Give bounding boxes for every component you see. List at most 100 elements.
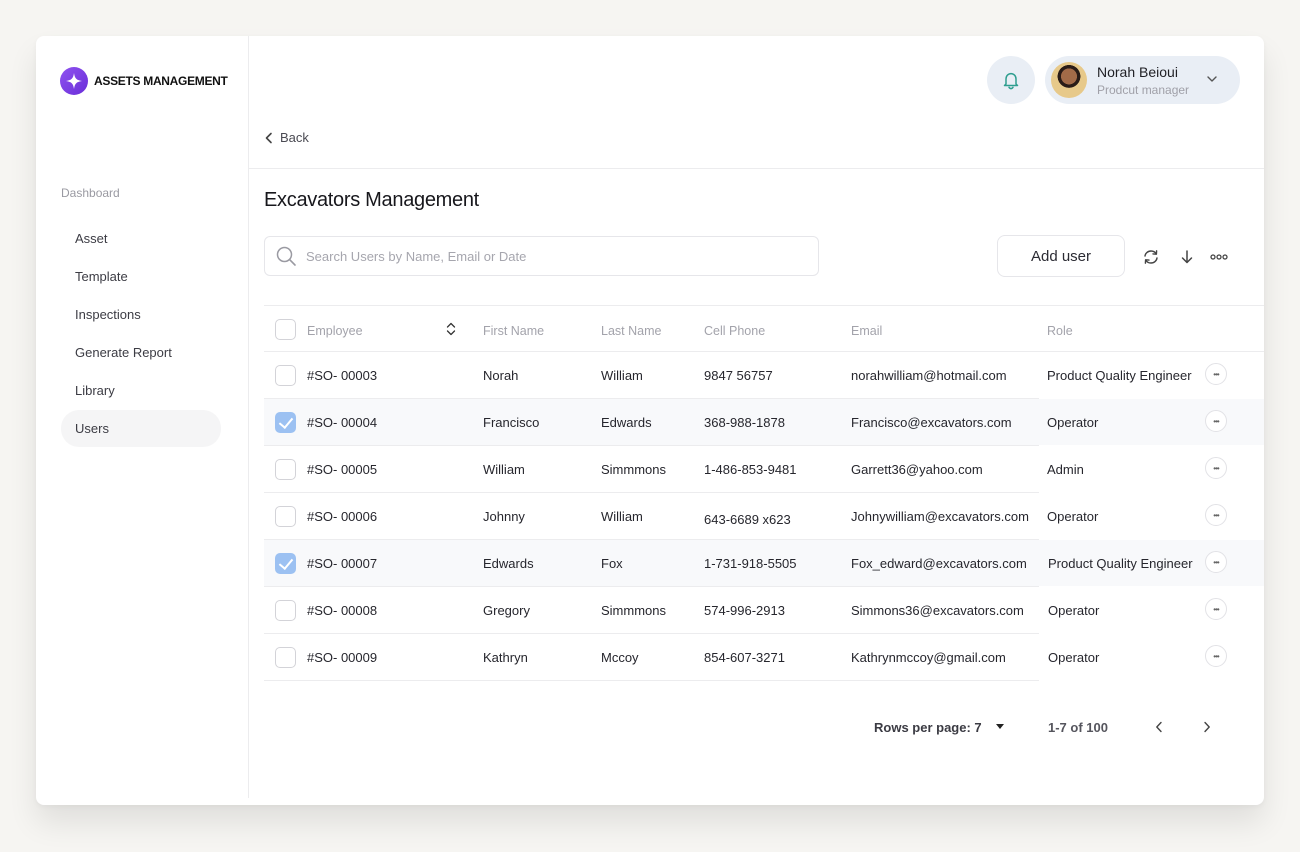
search-input[interactable] <box>306 248 786 264</box>
column-header-first-name[interactable]: First Name <box>483 306 544 353</box>
sort-icon[interactable] <box>446 322 456 336</box>
row-actions-button[interactable]: ••• <box>1205 598 1227 620</box>
row-checkbox[interactable] <box>275 647 296 668</box>
cell-phone: 854-607-3271 <box>704 650 785 665</box>
user-name: Norah Beioui <box>1097 63 1178 80</box>
row-actions-button[interactable]: ••• <box>1205 363 1227 385</box>
employee-id: #SO- 00005 <box>307 462 378 477</box>
row-actions-button[interactable]: ••• <box>1205 551 1227 573</box>
download-button[interactable] <box>1176 246 1198 268</box>
employee-id: #SO- 00007 <box>307 556 378 571</box>
add-user-button[interactable]: Add user <box>997 235 1125 277</box>
refresh-button[interactable] <box>1140 246 1162 268</box>
row-checkbox[interactable] <box>275 600 296 621</box>
row-actions-button[interactable]: ••• <box>1205 457 1227 479</box>
row-actions-button[interactable]: ••• <box>1205 410 1227 432</box>
main-content: Norah Beioui Prodcut manager Back Excava… <box>249 36 1264 798</box>
chevron-left-icon <box>265 132 272 143</box>
email: Kathrynmccoy@gmail.com <box>851 650 1006 665</box>
role: Operator <box>1047 509 1099 524</box>
column-header-last-name[interactable]: Last Name <box>601 306 661 353</box>
back-label: Back <box>280 130 309 145</box>
table-row[interactable]: #SO- 00008 Gregory Simmmons 574-996-2913… <box>264 587 1227 634</box>
column-header-cell-phone[interactable]: Cell Phone <box>704 306 765 353</box>
column-header-email[interactable]: Email <box>851 306 882 353</box>
last-name: Simmmons <box>601 462 667 477</box>
role: Admin <box>1047 462 1084 477</box>
sidebar-item-asset[interactable]: Asset <box>61 220 221 257</box>
next-page-button[interactable] <box>1199 718 1215 736</box>
brand-logo[interactable]: ASSETS MANAGEMENT <box>60 67 228 95</box>
column-header-employee[interactable]: Employee <box>307 306 363 353</box>
table-row[interactable]: #SO- 00004 Francisco Edwards 368-988-187… <box>264 399 1264 446</box>
sidebar-item-inspections[interactable]: Inspections <box>61 296 221 333</box>
email: Simmons36@excavators.com <box>851 603 1024 618</box>
column-header-role[interactable]: Role <box>1047 306 1073 353</box>
table-row[interactable]: #SO- 00005 William Simmmons 1-486-853-94… <box>264 446 1227 493</box>
search-box[interactable] <box>264 236 819 276</box>
table-row[interactable]: #SO- 00007 Edwards Fox 1-731-918-5505 Fo… <box>264 540 1264 587</box>
users-table: Employee First Name Last Name Cell Phone… <box>264 305 1264 681</box>
first-name: Francisco <box>483 415 540 430</box>
table-row[interactable]: #SO- 00009 Kathryn Mccoy 854-607-3271 Ka… <box>264 634 1227 681</box>
last-name: William <box>601 509 643 524</box>
previous-page-button[interactable] <box>1151 718 1167 736</box>
row-checkbox[interactable] <box>275 365 296 386</box>
cell-phone: 574-996-2913 <box>704 603 785 618</box>
last-name: Edwards <box>601 415 652 430</box>
brand-name: ASSETS MANAGEMENT <box>94 74 228 88</box>
back-link[interactable]: Back <box>264 130 309 145</box>
sparkle-star-icon <box>60 67 88 95</box>
sidebar-item-template[interactable]: Template <box>61 258 221 295</box>
more-options-button[interactable] <box>1208 246 1230 268</box>
row-checkbox[interactable] <box>275 506 296 527</box>
sidebar-item-generate-report[interactable]: Generate Report <box>61 334 221 371</box>
header-divider <box>249 168 1264 169</box>
role: Operator <box>1048 650 1100 665</box>
cell-phone: 1-486-853-9481 <box>704 462 797 477</box>
last-name: Simmmons <box>601 603 667 618</box>
employee-id: #SO- 00009 <box>307 650 378 665</box>
sidebar: ASSETS MANAGEMENT Dashboard Asset Templa… <box>36 36 249 798</box>
cell-phone: 1-731-918-5505 <box>704 556 797 571</box>
sidebar-item-library[interactable]: Library <box>61 372 221 409</box>
cell-phone: 9847 56757 <box>704 368 773 383</box>
user-menu[interactable]: Norah Beioui Prodcut manager <box>1045 56 1240 104</box>
first-name: Kathryn <box>483 650 528 665</box>
chevron-left-icon <box>1156 721 1162 733</box>
rows-per-page-label: Rows per page: 7 <box>874 720 982 735</box>
row-actions-button[interactable]: ••• <box>1205 504 1227 526</box>
last-name: William <box>601 368 643 383</box>
row-checkbox[interactable] <box>275 553 296 574</box>
sidebar-section-dashboard[interactable]: Dashboard <box>61 186 120 200</box>
avatar <box>1051 62 1087 98</box>
row-actions-button[interactable]: ••• <box>1205 645 1227 667</box>
page-title: Excavators Management <box>264 189 479 211</box>
sidebar-item-users[interactable]: Users <box>61 410 221 447</box>
email: Francisco@excavators.com <box>851 415 1012 430</box>
role: Operator <box>1048 603 1100 618</box>
row-checkbox[interactable] <box>275 412 296 433</box>
role: Product Quality Engineer <box>1048 556 1193 571</box>
cell-phone: 643-6689 x623 <box>704 512 791 527</box>
last-name: Fox <box>601 556 623 571</box>
employee-id: #SO- 00004 <box>307 415 378 430</box>
chevron-down-icon <box>1207 76 1217 82</box>
first-name: William <box>483 462 525 477</box>
table-row[interactable]: #SO- 00006 Johnny William 643-6689 x623 … <box>264 493 1227 540</box>
select-all-checkbox[interactable] <box>275 319 296 340</box>
email: Fox_edward@excavators.com <box>851 556 1027 571</box>
row-checkbox[interactable] <box>275 459 296 480</box>
refresh-icon <box>1144 250 1158 264</box>
arrow-down-icon <box>1181 250 1193 264</box>
notifications-button[interactable] <box>987 56 1035 104</box>
email: Johnywilliam@excavators.com <box>851 509 1029 524</box>
cell-phone: 368-988-1878 <box>704 415 785 430</box>
role: Product Quality Engineer <box>1047 368 1192 383</box>
search-icon <box>276 246 296 266</box>
last-name: Mccoy <box>601 650 639 665</box>
caret-down-icon[interactable] <box>996 724 1004 730</box>
table-row[interactable]: #SO- 00003 Norah William 9847 56757 nora… <box>264 352 1227 399</box>
first-name: Gregory <box>483 603 530 618</box>
table-header: Employee First Name Last Name Cell Phone… <box>264 305 1264 352</box>
